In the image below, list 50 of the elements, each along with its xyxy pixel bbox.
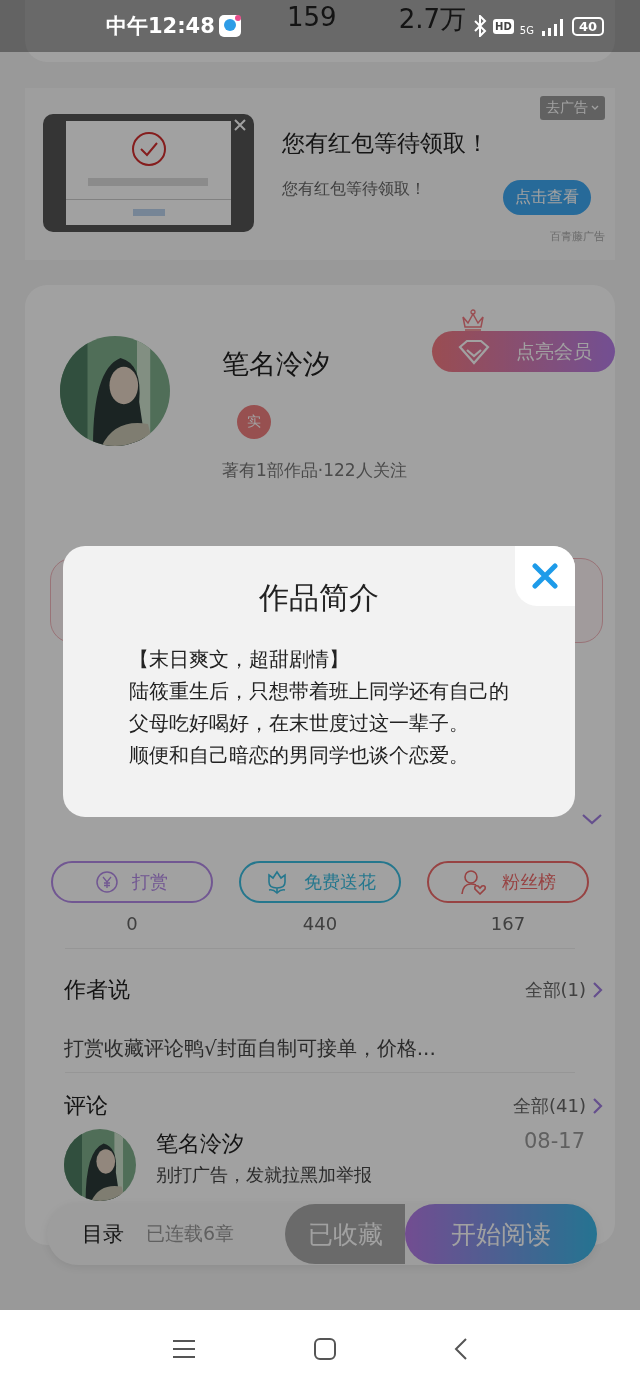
network-label: 5G <box>519 25 534 36</box>
yen-coin-icon <box>96 871 118 893</box>
author-name: 笔名泠汐 <box>222 347 331 381</box>
comment-text: 别打广告，发就拉黑加举报 <box>156 1163 373 1187</box>
intro-text: 【末日爽文，超甜剧情】 <box>129 646 350 673</box>
menu-icon[interactable] <box>172 1338 196 1359</box>
diamond-icon <box>458 338 490 365</box>
author-note: 打赏收藏评论鸭√封面自制可接单，价格... <box>63 1035 437 1062</box>
stat-value: 159 <box>287 2 337 32</box>
chevron-down-icon[interactable] <box>581 813 603 825</box>
back-icon[interactable] <box>454 1336 468 1361</box>
comment-date: 08-17 <box>523 1129 585 1155</box>
commenter-name: 笔名泠汐 <box>156 1130 244 1158</box>
remove-ad-button[interactable]: 去广告 <box>540 96 605 120</box>
author-stats: 著有1部作品·122人关注 <box>222 459 407 482</box>
see-all-link[interactable]: 全部(41) <box>513 1094 603 1118</box>
stat-value: 2.7万 <box>398 3 466 36</box>
app-notification-icon <box>218 15 241 37</box>
close-button[interactable] <box>515 546 575 606</box>
chevron-right-icon <box>592 1097 603 1115</box>
action-count: 0 <box>126 913 138 934</box>
home-icon[interactable] <box>314 1337 336 1360</box>
section-title: 评论 <box>64 1092 108 1120</box>
action-count: 167 <box>490 913 526 934</box>
caret-icon <box>591 105 599 111</box>
catalog-link[interactable]: 目录 <box>82 1220 124 1248</box>
person-heart-icon <box>460 869 488 895</box>
intro-text: 顺便和自己暗恋的男同学也谈个恋爱。 <box>129 742 470 769</box>
see-all-link[interactable]: 全部(1) <box>524 978 603 1002</box>
bluetooth-icon <box>473 15 488 37</box>
view-button[interactable]: 点击查看 <box>503 180 591 215</box>
fans-button[interactable]: 粉丝榜 <box>427 861 589 903</box>
flower-button[interactable]: 免费送花 <box>239 861 401 903</box>
chevron-right-icon <box>592 981 603 999</box>
start-reading-button[interactable]: 开始阅读 <box>405 1204 597 1264</box>
reward-button[interactable]: 打赏 <box>51 861 213 903</box>
section-title: 作者说 <box>64 976 130 1004</box>
intro-text: 陆筱重生后，只想带着班上同学还有自己的父母吃好喝好，在末世度过这一辈子。 <box>129 678 509 737</box>
battery-level: 40 <box>571 16 604 36</box>
vip-button[interactable]: 点亮会员 <box>432 331 615 372</box>
ad-title: 您有红包等待领取！ <box>282 129 489 158</box>
ad-subtitle: 您有红包等待领取！ <box>282 179 427 200</box>
crown-icon <box>461 309 485 331</box>
status-time: 中午12:48 <box>106 13 215 40</box>
verified-badge: 实 <box>237 405 271 439</box>
chapter-count: 已连载6章 <box>146 1221 235 1246</box>
dialog-title: 作品简介 <box>259 579 379 617</box>
close-icon <box>532 563 558 589</box>
signal-icon <box>539 16 566 36</box>
action-count: 440 <box>302 913 338 934</box>
